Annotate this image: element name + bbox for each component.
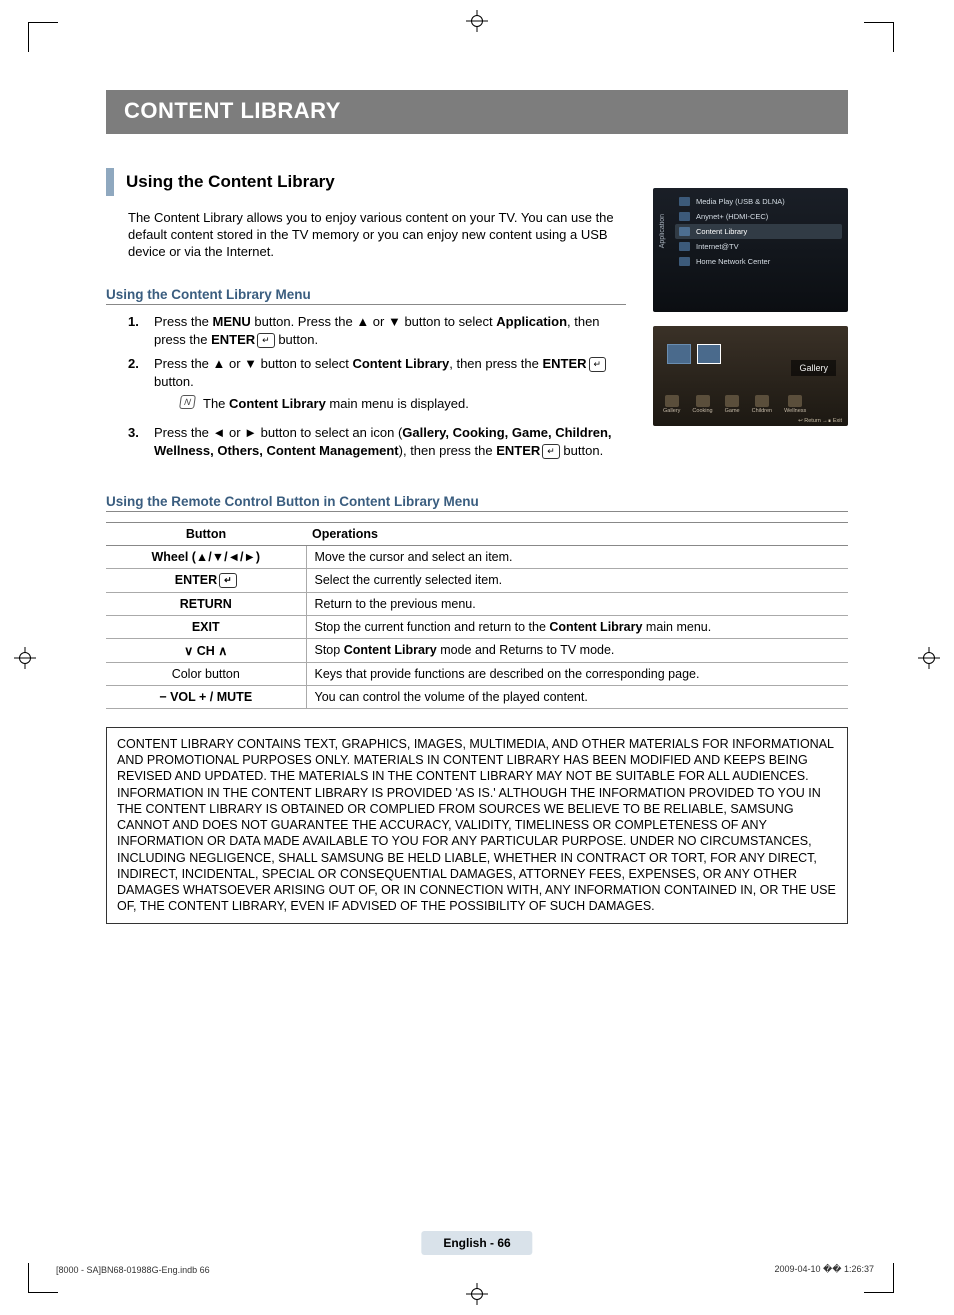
note-row: N The Content Library main menu is displ… xyxy=(180,395,628,413)
tv-menu-screenshot: Application Media Play (USB & DLNA) Anyne… xyxy=(653,188,848,312)
gallery-icon-label: Gallery xyxy=(663,408,680,414)
table-heading: Using the Remote Control Button in Conte… xyxy=(106,494,848,512)
step-2: 2. Press the ▲ or ▼ button to select Con… xyxy=(128,355,628,418)
button-cell: ∨ CH ∧ xyxy=(106,638,306,662)
button-cell: Color button xyxy=(106,662,306,685)
col-header-button: Button xyxy=(106,522,306,545)
note-icon: N xyxy=(179,395,196,409)
tv-menu-item: Anynet+ (HDMI-CEC) xyxy=(675,209,842,224)
gallery-category-icon: Wellness xyxy=(784,395,806,414)
table-row: ∨ CH ∧Stop Content Library mode and Retu… xyxy=(106,638,848,662)
tv-menu-item-label: Internet@TV xyxy=(696,242,739,251)
tv-menu-item: Internet@TV xyxy=(675,239,842,254)
step-1: 1. Press the MENU button. Press the ▲ or… xyxy=(128,313,628,349)
gallery-category-icon: Gallery xyxy=(663,395,680,414)
operation-cell: Move the cursor and select an item. xyxy=(306,545,848,568)
button-cell: Wheel (▲/▼/◄/►) xyxy=(106,545,306,568)
button-cell: RETURN xyxy=(106,592,306,615)
screenshot-column: Application Media Play (USB & DLNA) Anyne… xyxy=(653,188,848,426)
heading-text: Using the Content Library xyxy=(126,172,335,192)
gallery-category-icon: Children xyxy=(752,395,772,414)
tv-menu-item-icon xyxy=(679,227,690,236)
table-row: EXITStop the current function and return… xyxy=(106,615,848,638)
gallery-preview-row xyxy=(667,344,721,364)
crop-mark xyxy=(28,1263,58,1293)
gallery-thumb xyxy=(667,344,691,364)
tv-menu-item-icon xyxy=(679,197,690,206)
disclaimer-paragraph: CONTENT LIBRARY CONTAINS TEXT, GRAPHICS,… xyxy=(117,736,837,785)
heading-accent-bar xyxy=(106,168,114,196)
enter-icon: ↵ xyxy=(542,444,560,459)
tv-menu-item-icon xyxy=(679,257,690,266)
gallery-icon-glyph xyxy=(788,395,802,407)
gallery-icon-row: Gallery Cooking Game Children Wellness xyxy=(663,395,806,414)
tv-menu-item: Media Play (USB & DLNA) xyxy=(675,194,842,209)
tv-menu-category: Application xyxy=(659,214,666,248)
registration-mark-icon xyxy=(466,1283,488,1305)
gallery-icon-glyph xyxy=(696,395,710,407)
button-cell: − VOL + / MUTE xyxy=(106,685,306,708)
col-header-operations: Operations xyxy=(306,522,848,545)
disclaimer-paragraph: INFORMATION IN THE CONTENT LIBRARY IS PR… xyxy=(117,785,837,915)
gallery-icon-label: Game xyxy=(725,408,740,414)
tv-menu-item: Home Network Center xyxy=(675,254,842,269)
disclaimer-box: CONTENT LIBRARY CONTAINS TEXT, GRAPHICS,… xyxy=(106,727,848,924)
step-text: Press the MENU button. Press the ▲ or ▼ … xyxy=(154,313,628,349)
footer-timestamp: 2009-04-10 �� 1:26:37 xyxy=(774,1264,874,1275)
table-row: Color buttonKeys that provide functions … xyxy=(106,662,848,685)
numbered-steps: 1. Press the MENU button. Press the ▲ or… xyxy=(128,313,628,460)
table-row: ENTER↵Select the currently selected item… xyxy=(106,568,848,592)
tv-menu-item-label: Anynet+ (HDMI-CEC) xyxy=(696,212,768,221)
gallery-icon-label: Cooking xyxy=(692,408,712,414)
step-text: Press the ◄ or ► button to select an ico… xyxy=(154,424,628,460)
tv-menu-item-label: Media Play (USB & DLNA) xyxy=(696,197,785,206)
gallery-category-icon: Cooking xyxy=(692,395,712,414)
gallery-category-icon: Game xyxy=(725,395,740,414)
enter-icon: ↵ xyxy=(257,333,275,348)
table-row: Wheel (▲/▼/◄/►)Move the cursor and selec… xyxy=(106,545,848,568)
operation-cell: You can control the volume of the played… xyxy=(306,685,848,708)
step-3: 3. Press the ◄ or ► button to select an … xyxy=(128,424,628,460)
footer-filename: [8000 - SA]BN68-01988G-Eng.indb 66 xyxy=(56,1265,210,1275)
operation-cell: Stop the current function and return to … xyxy=(306,615,848,638)
gallery-icon-glyph xyxy=(725,395,739,407)
step-number: 2. xyxy=(128,355,144,418)
operation-cell: Return to the previous menu. xyxy=(306,592,848,615)
tv-menu-item-label: Home Network Center xyxy=(696,257,770,266)
tv-menu-item: Content Library xyxy=(675,224,842,239)
tv-menu-item-label: Content Library xyxy=(696,227,747,236)
step-text: Press the ▲ or ▼ button to select Conten… xyxy=(154,355,628,418)
gallery-footer-hints: ↩ Return →∎ Exit xyxy=(798,418,842,424)
operation-cell: Keys that provide functions are describe… xyxy=(306,662,848,685)
tv-menu-item-icon xyxy=(679,242,690,251)
gallery-icon-label: Children xyxy=(752,408,772,414)
gallery-icon-glyph xyxy=(755,395,769,407)
enter-icon: ↵ xyxy=(219,573,237,588)
remote-control-table: Button Operations Wheel (▲/▼/◄/►)Move th… xyxy=(106,522,848,709)
button-cell: ENTER↵ xyxy=(106,568,306,592)
operation-cell: Stop Content Library mode and Returns to… xyxy=(306,638,848,662)
step-number: 1. xyxy=(128,313,144,349)
gallery-label: Gallery xyxy=(791,360,836,376)
page-number-pill: English - 66 xyxy=(421,1231,532,1255)
table-row: − VOL + / MUTEYou can control the volume… xyxy=(106,685,848,708)
tv-menu-item-icon xyxy=(679,212,690,221)
button-cell: EXIT xyxy=(106,615,306,638)
tv-gallery-screenshot: Gallery Gallery Cooking Game Children Wellne… xyxy=(653,326,848,426)
enter-icon: ↵ xyxy=(589,357,607,372)
gallery-icon-glyph xyxy=(665,395,679,407)
procedure-heading: Using the Content Library Menu xyxy=(106,287,626,305)
table-row: RETURNReturn to the previous menu. xyxy=(106,592,848,615)
intro-paragraph: The Content Library allows you to enjoy … xyxy=(128,210,628,261)
step-number: 3. xyxy=(128,424,144,460)
operation-cell: Select the currently selected item. xyxy=(306,568,848,592)
gallery-icon-label: Wellness xyxy=(784,408,806,414)
section-title-bar: CONTENT LIBRARY xyxy=(106,90,848,134)
gallery-thumb-selected xyxy=(697,344,721,364)
